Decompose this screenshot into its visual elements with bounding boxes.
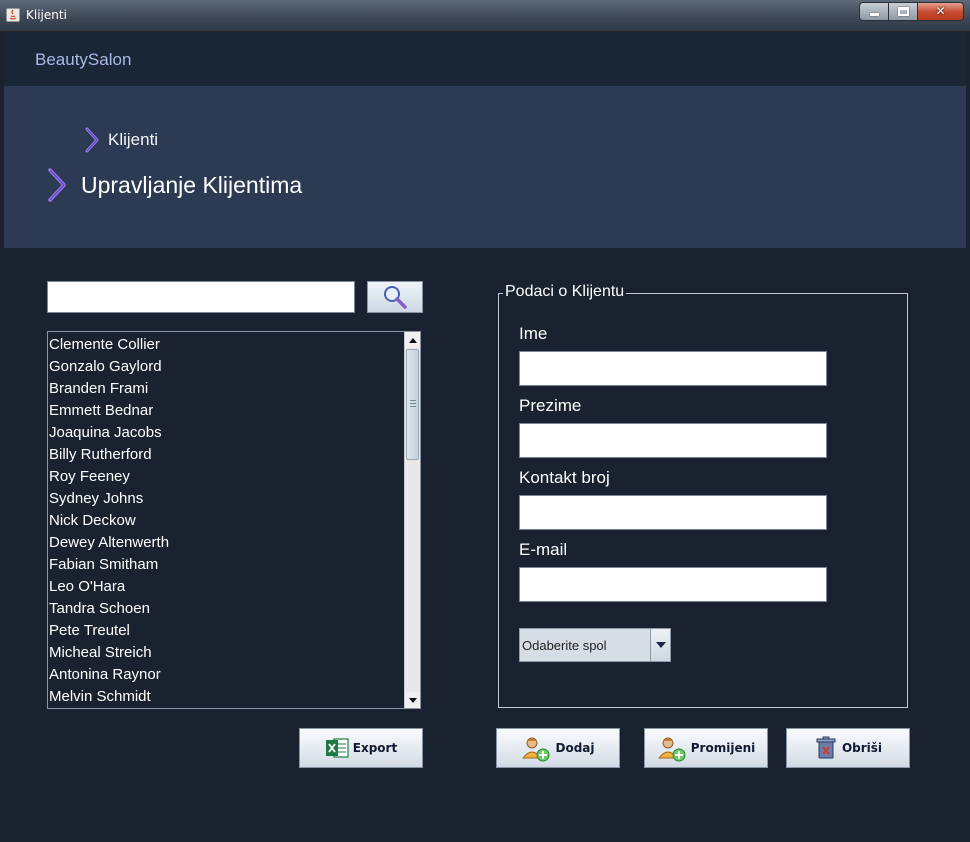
trash-icon	[816, 736, 836, 759]
arrow-down-icon	[408, 697, 417, 703]
list-item[interactable]: Emmett Bednar	[48, 400, 404, 422]
java-app-icon	[6, 8, 20, 22]
panel-legend: Podaci o Klijentu	[503, 283, 627, 301]
obrisi-label: Obriši	[841, 741, 883, 755]
close-button[interactable]: ✕	[917, 2, 964, 21]
list-item[interactable]: Melvin Schmidt	[48, 686, 404, 708]
maximize-icon	[898, 7, 909, 16]
ime-field[interactable]	[519, 351, 827, 386]
chevron-down-icon	[655, 642, 666, 648]
dodaj-button[interactable]: Dodaj	[496, 728, 620, 768]
add-user-icon	[522, 737, 550, 762]
spol-selected-value: Odaberite spol	[522, 638, 607, 653]
scroll-down-button[interactable]	[405, 692, 420, 708]
client-list-items: Clemente Collier Gonzalo Gaylord Branden F…	[48, 334, 404, 708]
promijeni-label: Promijeni	[690, 741, 756, 755]
kontakt-field[interactable]	[519, 495, 827, 530]
promijeni-button[interactable]: Promijeni	[644, 728, 768, 768]
magnifier-icon	[384, 286, 407, 309]
page-title: Upravljanje Klijentima	[46, 168, 302, 202]
prezime-field[interactable]	[519, 423, 827, 458]
list-scrollbar[interactable]	[404, 332, 420, 708]
chevron-right-icon	[85, 127, 99, 153]
export-label: Export	[352, 741, 398, 755]
list-item[interactable]: Roy Feeney	[48, 466, 404, 488]
scroll-up-button[interactable]	[405, 332, 420, 348]
list-item[interactable]: Joaquina Jacobs	[48, 422, 404, 444]
list-item[interactable]: Clemente Collier	[48, 334, 404, 356]
list-item[interactable]: Nick Deckow	[48, 510, 404, 532]
dodaj-label: Dodaj	[555, 741, 595, 755]
window-title: Klijenti	[26, 8, 67, 22]
list-item[interactable]: Micheal Streich	[48, 642, 404, 664]
chevron-right-icon	[48, 168, 66, 202]
spol-dropdown-button[interactable]	[650, 629, 670, 661]
list-item[interactable]: Antonina Raynor	[48, 664, 404, 686]
list-item[interactable]: Billy Rutherford	[48, 444, 404, 466]
obrisi-button[interactable]: Obriši	[786, 728, 910, 768]
arrow-up-icon	[408, 337, 417, 343]
excel-icon	[325, 738, 349, 758]
list-item[interactable]: Gonzalo Gaylord	[48, 356, 404, 378]
page-hero: Klijenti Upravljanje Klijentima	[4, 86, 966, 248]
breadcrumb[interactable]: Klijenti	[84, 127, 158, 153]
maximize-button[interactable]	[888, 2, 917, 21]
search-input[interactable]	[47, 281, 355, 313]
spol-select[interactable]: Odaberite spol	[519, 628, 671, 662]
grip-icon	[410, 400, 416, 407]
minimize-icon	[870, 13, 879, 16]
page-heading: Upravljanje Klijentima	[81, 171, 303, 198]
window-titlebar: Klijenti ✕	[0, 0, 970, 32]
minimize-button[interactable]	[859, 2, 888, 21]
list-item[interactable]: Sydney Johns	[48, 488, 404, 510]
email-field[interactable]	[519, 567, 827, 602]
client-list[interactable]: Clemente Collier Gonzalo Gaylord Branden F…	[47, 331, 421, 709]
export-button[interactable]: Export	[299, 728, 423, 768]
app-header: BeautySalon	[4, 32, 966, 86]
list-item[interactable]: Leo O'Hara	[48, 576, 404, 598]
search-button[interactable]	[367, 281, 423, 313]
list-item[interactable]: Pete Treutel	[48, 620, 404, 642]
list-item[interactable]: Branden Frami	[48, 378, 404, 400]
kontakt-label: Kontakt broj	[519, 468, 610, 487]
brand-name: BeautySalon	[35, 50, 132, 69]
close-icon: ✕	[935, 4, 946, 18]
list-item[interactable]: Fabian Smitham	[48, 554, 404, 576]
client-details-panel: Podaci o Klijentu Ime Prezime Kontakt br…	[498, 283, 908, 708]
breadcrumb-label: Klijenti	[108, 130, 159, 149]
list-item[interactable]: Tandra Schoen	[48, 598, 404, 620]
scroll-thumb[interactable]	[406, 349, 419, 460]
window-controls: ✕	[859, 2, 964, 21]
ime-label: Ime	[519, 324, 548, 343]
edit-user-icon	[657, 737, 686, 762]
email-label: E-mail	[519, 540, 568, 559]
list-item[interactable]: Dewey Altenwerth	[48, 532, 404, 554]
prezime-label: Prezime	[519, 396, 582, 415]
